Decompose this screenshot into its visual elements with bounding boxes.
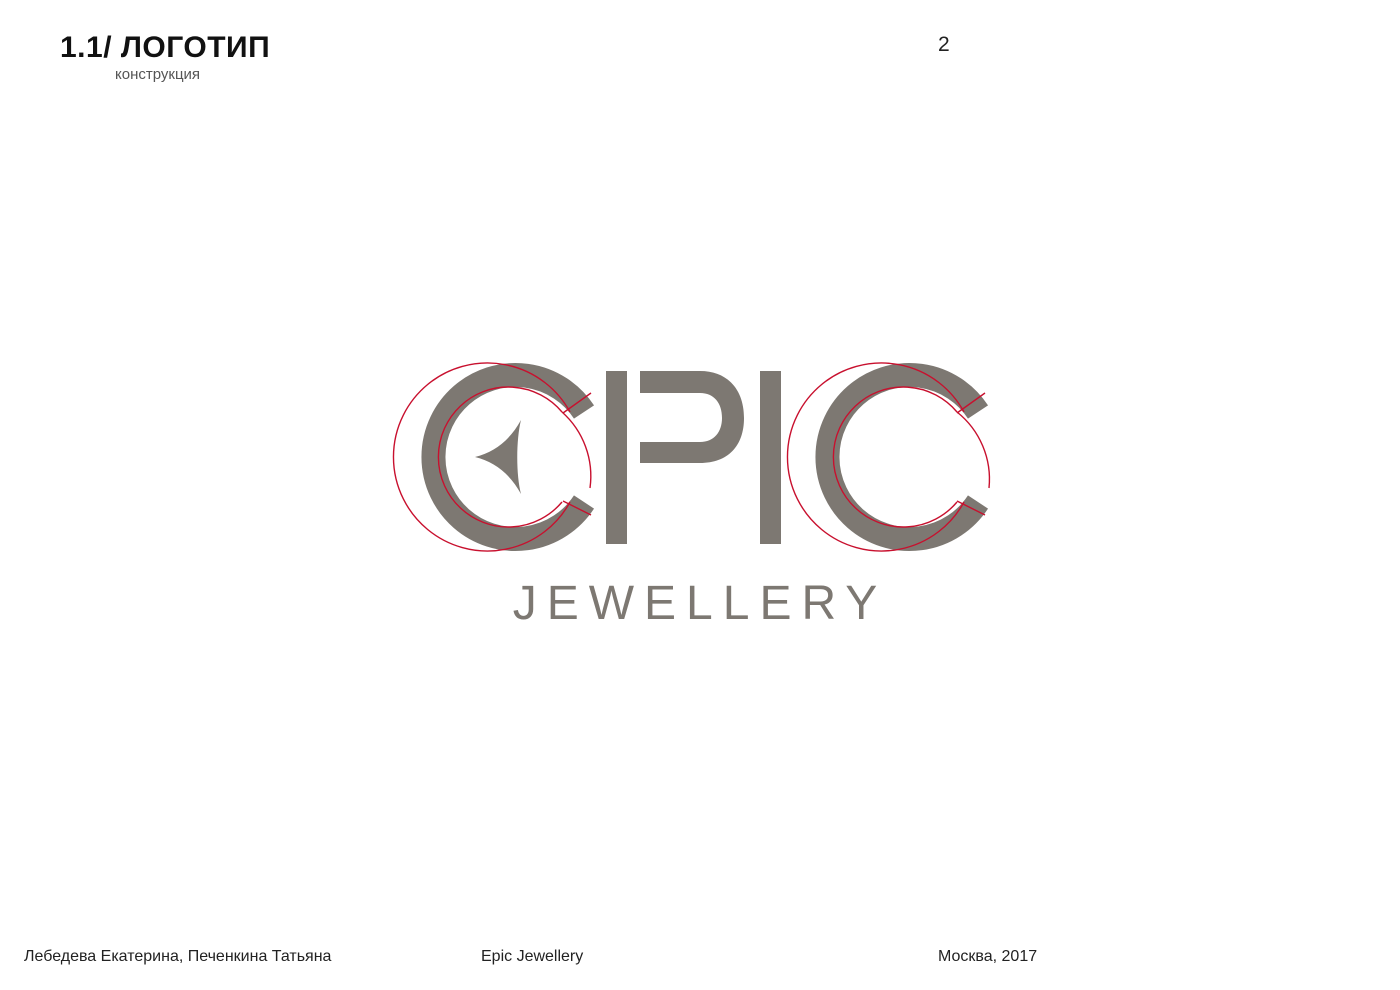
- footer-place-year: Москва, 2017: [938, 948, 1038, 965]
- epic-jewellery-logo-construction: JEWELLERY: [392, 362, 991, 630]
- footer-project: Epic Jewellery: [481, 948, 584, 965]
- letter-p: [606, 371, 744, 544]
- letter-i: [760, 371, 781, 544]
- letter-e-crossbar-shape: [475, 420, 521, 494]
- logo-tagline: JEWELLERY: [513, 577, 888, 630]
- footer-authors: Лебедева Екатерина, Печенкина Татьяна: [24, 948, 332, 965]
